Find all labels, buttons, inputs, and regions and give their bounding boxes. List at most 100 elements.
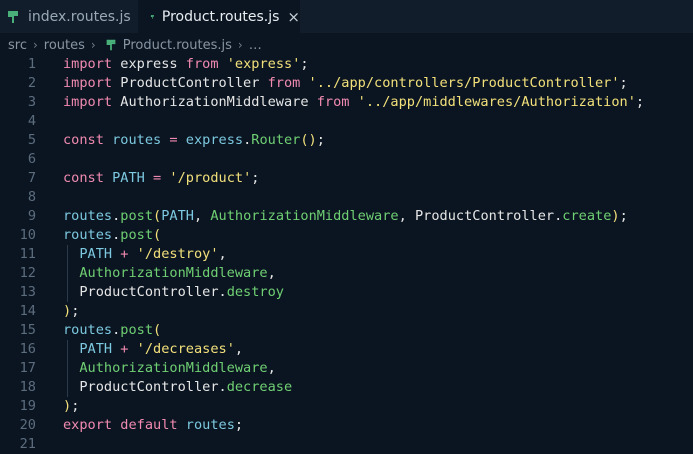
breadcrumb-item-src[interactable]: src: [8, 38, 27, 53]
code-line[interactable]: 12 AuthorizationMiddleware,: [0, 264, 693, 283]
code-token: ;: [635, 94, 645, 110]
code-text: ProductController.decrease: [63, 378, 292, 397]
code-token: PATH: [63, 246, 121, 262]
line-number: 6: [27, 151, 36, 167]
code-text: AuthorizationMiddleware,: [63, 359, 276, 378]
breadcrumb-ellipsis[interactable]: …: [249, 38, 262, 53]
code-token: +: [120, 341, 137, 357]
code-line[interactable]: 8: [0, 188, 693, 207]
code-token: const: [63, 132, 104, 148]
code-token: routes: [63, 322, 113, 338]
tab-product-routes[interactable]: Product.routes.js ×: [138, 0, 300, 33]
code-line[interactable]: 20 export default routes;: [0, 416, 693, 435]
code-token: ,: [218, 246, 227, 262]
code-token: '../app/controllers/ProductController': [308, 75, 620, 91]
code-token: import: [63, 56, 113, 72]
code-text: AuthorizationMiddleware,: [63, 264, 276, 283]
code-token: '/decreases': [136, 341, 235, 357]
route-file-icon: [106, 39, 116, 51]
code-token: '/destroy': [136, 246, 219, 262]
line-number: 3: [27, 94, 36, 110]
chevron-right-icon: ›: [237, 38, 243, 52]
breadcrumb-file-label: Product.routes.js: [122, 37, 232, 53]
tab-bar: index.routes.js Product.routes.js ×: [0, 0, 693, 33]
code-token: ;: [251, 170, 260, 186]
code-token: PATH: [161, 208, 194, 224]
code-editor[interactable]: 1 import express from 'express'; 2 import P…: [0, 54, 693, 452]
code-line[interactable]: 10 routes.post(: [0, 226, 693, 245]
line-number: 14: [19, 303, 36, 319]
code-text: ProductController.destroy: [63, 283, 284, 302]
code-line[interactable]: 16 PATH + '/decreases',: [0, 340, 693, 359]
code-text: import ProductController from '../app/co…: [63, 74, 628, 93]
code-token: from: [267, 75, 301, 91]
code-token: +: [120, 246, 137, 262]
code-line[interactable]: 15 routes.post(: [0, 321, 693, 340]
code-token: '/product': [169, 170, 252, 186]
code-line[interactable]: 13 ProductController.destroy: [0, 283, 693, 302]
code-line[interactable]: 19);: [0, 397, 693, 416]
line-number: 16: [19, 341, 36, 357]
code-line[interactable]: 9 routes.post(PATH, AuthorizationMiddlewa…: [0, 207, 693, 226]
line-number: 4: [27, 113, 36, 129]
line-number: 2: [27, 75, 36, 91]
line-number: 12: [19, 265, 36, 281]
code-token: AuthorizationMiddleware: [112, 94, 317, 110]
code-line[interactable]: 7 const PATH = '/product';: [0, 169, 693, 188]
line-number: 18: [19, 379, 36, 395]
code-text: import express from 'express';: [63, 55, 309, 74]
code-token: ,: [234, 341, 244, 357]
code-token: ): [611, 208, 620, 224]
breadcrumb-item-routes[interactable]: routes: [44, 38, 85, 53]
code-token: import: [63, 94, 113, 110]
code-token: create: [562, 208, 612, 224]
code-token: AuthorizationMiddleware: [63, 360, 268, 376]
code-token: post: [120, 208, 154, 224]
code-line[interactable]: 17 AuthorizationMiddleware,: [0, 359, 693, 378]
line-number: 20: [19, 417, 36, 433]
code-line[interactable]: 1 import express from 'express';: [0, 55, 693, 74]
code-token: export: [63, 417, 113, 433]
code-text: routes.post(: [63, 321, 161, 340]
code-line[interactable]: 4: [0, 112, 693, 131]
code-token: (: [153, 227, 162, 243]
code-token: routes: [177, 417, 235, 433]
code-line[interactable]: 2 import ProductController from '../app/c…: [0, 74, 693, 93]
code-text: import AuthorizationMiddleware from '../…: [63, 93, 644, 112]
line-number: 21: [19, 436, 36, 452]
tab-label: index.routes.js: [28, 8, 131, 25]
code-token: ;: [316, 132, 325, 148]
route-file-icon: [8, 10, 18, 23]
code-token: express: [112, 56, 186, 72]
line-number: 15: [19, 322, 36, 338]
code-line[interactable]: 21: [0, 435, 693, 454]
code-token: decrease: [226, 379, 293, 395]
code-text: const PATH = '/product';: [63, 169, 259, 188]
code-token: (: [153, 322, 162, 338]
code-text: const routes = express.Router();: [63, 131, 325, 150]
chevron-right-icon: ›: [90, 38, 96, 52]
code-token: ;: [619, 208, 628, 224]
code-line[interactable]: 11 PATH + '/destroy',: [0, 245, 693, 264]
code-token: ProductController.: [63, 379, 227, 395]
code-token: , ProductController.: [398, 208, 563, 224]
code-line[interactable]: 14);: [0, 302, 693, 321]
code-token: routes: [103, 132, 170, 148]
code-token: ,: [267, 360, 276, 376]
code-token: ,: [267, 265, 276, 281]
code-token: =: [169, 132, 186, 148]
code-token: PATH: [63, 341, 121, 357]
close-icon[interactable]: ×: [287, 8, 300, 26]
code-line[interactable]: 5 const routes = express.Router();: [0, 131, 693, 150]
code-token: ProductController.: [63, 284, 227, 300]
breadcrumb: src › routes › Product.routes.js › …: [0, 35, 693, 55]
code-token: ;: [71, 303, 80, 319]
code-line[interactable]: 6: [0, 150, 693, 169]
breadcrumb-item-file[interactable]: Product.routes.js: [102, 38, 232, 53]
line-number: 9: [27, 208, 36, 224]
code-line[interactable]: 18 ProductController.decrease: [0, 378, 693, 397]
tab-index-routes[interactable]: index.routes.js: [0, 0, 138, 33]
code-line[interactable]: 3 import AuthorizationMiddleware from '..…: [0, 93, 693, 112]
code-token: AuthorizationMiddleware: [210, 208, 399, 224]
